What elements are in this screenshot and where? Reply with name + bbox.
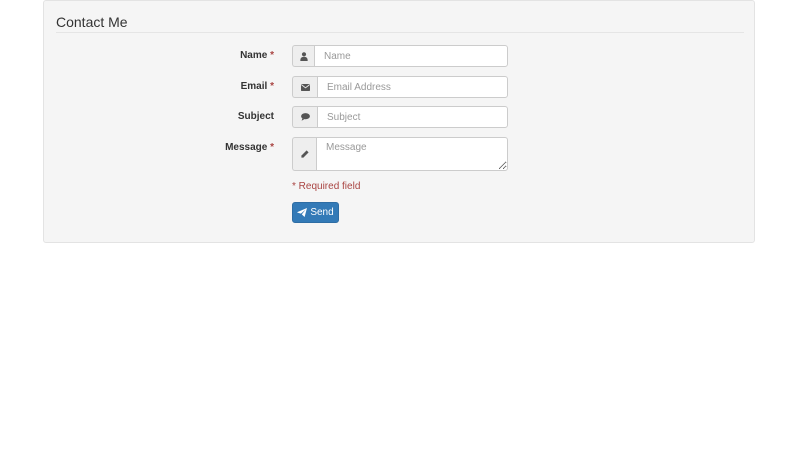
form-title: Contact Me [56, 14, 744, 33]
message-input-group [292, 137, 508, 171]
subject-label-text: Subject [237, 111, 274, 122]
send-button-label: Send [310, 207, 334, 218]
name-row: Name * [44, 45, 756, 67]
name-label: Name * [240, 50, 274, 61]
required-marker: * [270, 50, 274, 61]
send-icon [297, 208, 308, 217]
send-button[interactable]: Send [292, 202, 339, 223]
user-icon [292, 45, 314, 67]
name-input[interactable] [314, 45, 508, 67]
name-input-group [292, 45, 508, 67]
email-label-text: Email [240, 81, 268, 92]
required-field-note: * Required field [292, 181, 361, 192]
subject-input-group [292, 106, 508, 128]
name-label-text: Name [240, 50, 268, 61]
message-textarea[interactable] [316, 137, 508, 171]
email-input[interactable] [317, 76, 508, 98]
email-row: Email * [44, 76, 756, 98]
subject-input[interactable] [317, 106, 508, 128]
comment-icon [292, 106, 317, 128]
email-label: Email * [241, 81, 274, 92]
subject-row: Subject [44, 106, 756, 128]
message-row: Message * [44, 137, 756, 171]
message-label-text: Message [225, 142, 268, 153]
message-label: Message * [225, 142, 274, 153]
pencil-icon [292, 137, 316, 171]
subject-label: Subject [238, 111, 274, 122]
envelope-icon [292, 76, 317, 98]
required-marker: * [270, 142, 274, 153]
required-marker: * [270, 81, 274, 92]
email-input-group [292, 76, 508, 98]
contact-form-panel: Contact Me Name * Email * Subject [43, 0, 755, 243]
